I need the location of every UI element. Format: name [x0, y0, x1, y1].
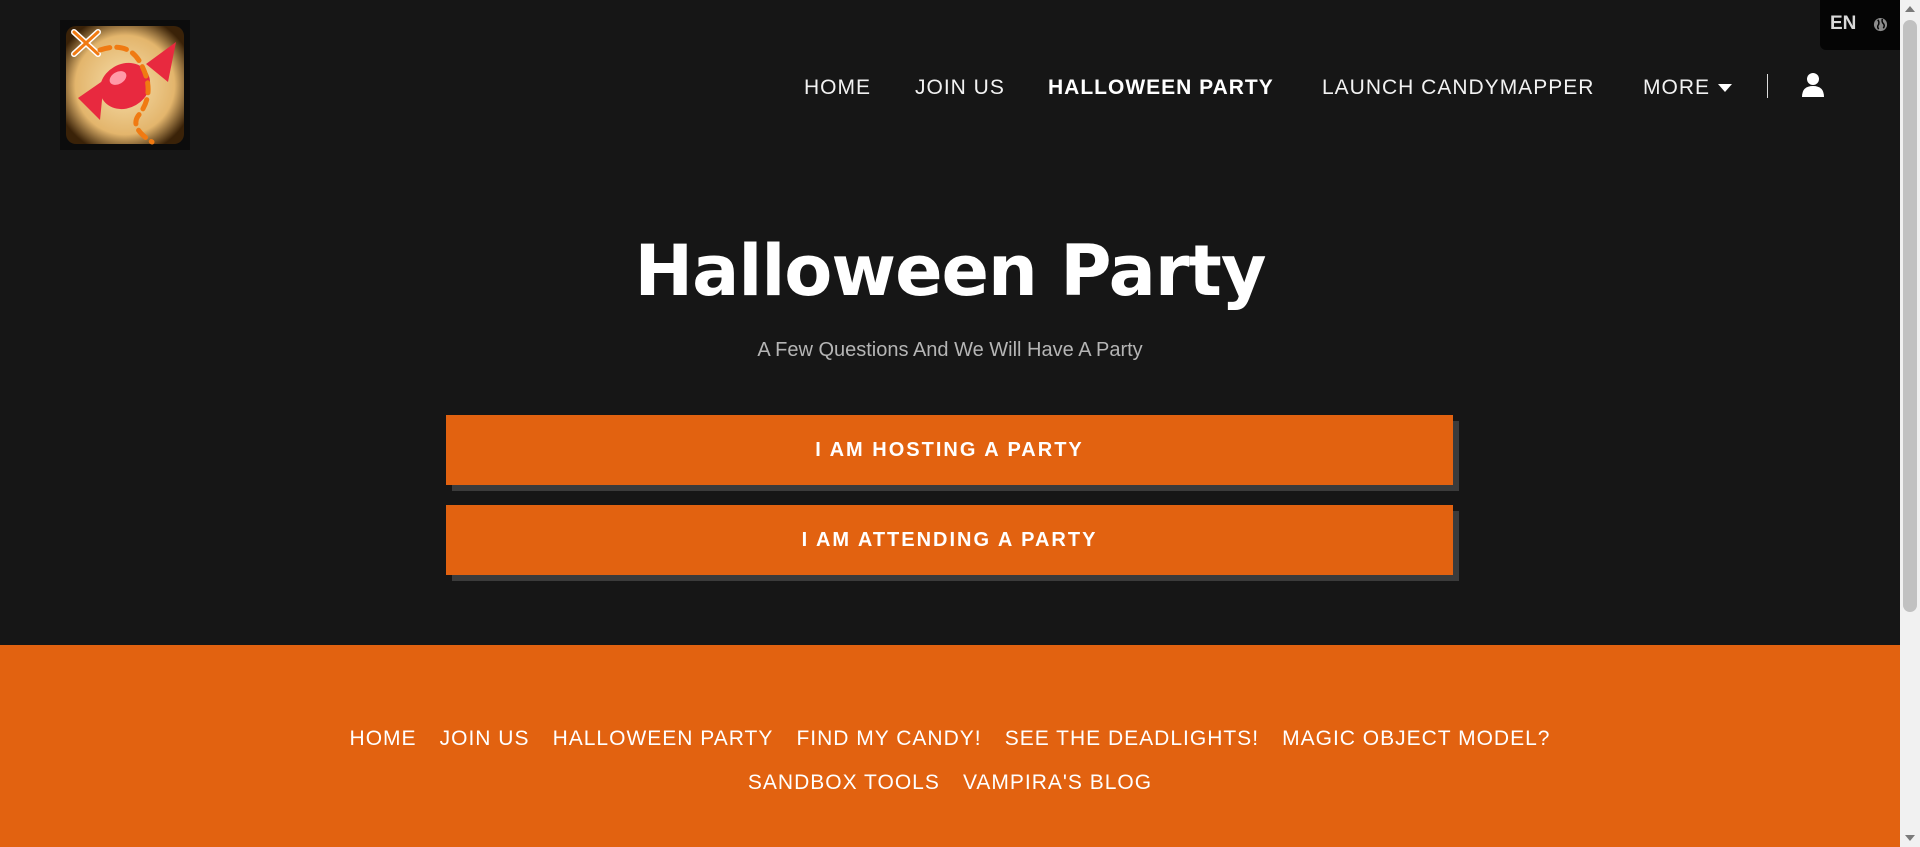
- page-scrollbar[interactable]: [1900, 0, 1920, 847]
- page-title: Halloween Party: [634, 230, 1267, 312]
- footer-link-halloween-party[interactable]: HALLOWEEN PARTY: [553, 725, 774, 753]
- nav-launch-candymapper-link[interactable]: LAUNCH CANDYMAPPER: [1322, 74, 1594, 102]
- footer-link-find-my-candy[interactable]: FIND MY CANDY!: [796, 725, 981, 753]
- footer-link-vampiras-blog[interactable]: VAMPIRA'S BLOG: [963, 769, 1152, 797]
- attending-party-button[interactable]: I AM ATTENDING A PARTY: [446, 505, 1453, 575]
- scroll-up-arrow-icon[interactable]: [1905, 6, 1915, 12]
- nav-home-link[interactable]: HOME: [804, 74, 871, 102]
- footer-links-row: SANDBOX TOOLS VAMPIRA'S BLOG: [0, 769, 1900, 797]
- nav-more-label: MORE: [1643, 76, 1710, 99]
- hosting-party-button[interactable]: I AM HOSTING A PARTY: [446, 415, 1453, 485]
- page: HOME JOIN US HALLOWEEN PARTY LAUNCH CAND…: [0, 0, 1900, 847]
- main-nav: HOME JOIN US HALLOWEEN PARTY LAUNCH CAND…: [0, 74, 1900, 102]
- nav-more-dropdown[interactable]: MORE: [1643, 74, 1732, 102]
- language-selector[interactable]: EN: [1820, 0, 1900, 50]
- user-icon[interactable]: [1799, 71, 1827, 99]
- footer-link-sandbox-tools[interactable]: SANDBOX TOOLS: [748, 769, 940, 797]
- footer-link-magic-object-model[interactable]: MAGIC OBJECT MODEL?: [1282, 725, 1550, 753]
- footer-link-home[interactable]: HOME: [350, 725, 417, 753]
- nav-join-us-link[interactable]: JOIN US: [915, 74, 1005, 102]
- page-subtitle: A Few Questions And We Will Have A Party: [757, 339, 1143, 361]
- footer-links-row: HOME JOIN US HALLOWEEN PARTY FIND MY CAN…: [0, 725, 1900, 753]
- footer-link-join-us[interactable]: JOIN US: [440, 725, 530, 753]
- footer-link-see-the-deadlights[interactable]: SEE THE DEADLIGHTS!: [1005, 725, 1259, 753]
- nav-divider: [1767, 74, 1768, 98]
- site-footer: HOME JOIN US HALLOWEEN PARTY FIND MY CAN…: [0, 645, 1900, 847]
- scroll-down-arrow-icon[interactable]: [1905, 835, 1915, 841]
- caret-down-icon: [1718, 84, 1732, 93]
- globe-icon: [1873, 17, 1888, 32]
- scrollbar-thumb[interactable]: [1903, 20, 1917, 612]
- language-label: EN: [1830, 13, 1857, 34]
- nav-halloween-party-link[interactable]: HALLOWEEN PARTY: [1048, 74, 1274, 102]
